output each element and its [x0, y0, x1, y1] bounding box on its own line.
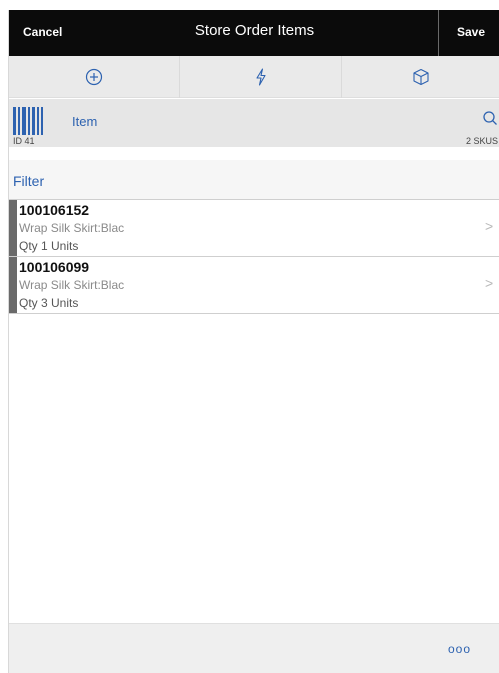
package-button[interactable]	[342, 56, 499, 98]
lightning-icon	[254, 68, 268, 86]
item-quantity: Qty 3 Units	[19, 296, 79, 310]
item-number: 100106099	[19, 259, 90, 275]
order-id: ID 41	[13, 136, 35, 146]
chevron-right-icon: >	[485, 275, 494, 291]
header-bar: Cancel Store Order Items Save	[9, 10, 499, 56]
filter-row: Filter	[9, 170, 499, 200]
list-item[interactable]: 100106152 Wrap Silk Skirt:Blac Qty 1 Uni…	[9, 200, 499, 257]
item-status-bar	[9, 200, 17, 256]
item-scan-label: Item	[72, 114, 98, 129]
sku-count: 2 SKUS	[465, 136, 498, 146]
item-number: 100106152	[19, 202, 90, 218]
list-item[interactable]: 100106099 Wrap Silk Skirt:Blac Qty 3 Uni…	[9, 257, 499, 314]
page-title: Store Order Items	[194, 22, 315, 39]
box-icon	[412, 68, 430, 86]
chevron-right-icon: >	[485, 218, 494, 234]
save-button[interactable]: Save	[457, 25, 485, 39]
item-status-bar	[9, 257, 17, 313]
toolbar	[9, 56, 499, 98]
header-divider	[438, 10, 439, 56]
add-circle-icon	[85, 68, 103, 86]
item-quantity: Qty 1 Units	[19, 239, 79, 253]
search-icon[interactable]	[482, 110, 498, 131]
filter-link[interactable]: Filter	[13, 173, 44, 189]
scan-item-row: Item ID 41 2 SKUS	[9, 99, 499, 147]
quick-action-button[interactable]	[179, 56, 342, 98]
footer-bar: ooo	[9, 623, 499, 673]
more-options-button[interactable]: ooo	[448, 642, 471, 656]
item-description: Wrap Silk Skirt:Blac	[19, 221, 125, 235]
app-frame: Cancel Store Order Items Save Item ID 41…	[8, 10, 499, 673]
item-description: Wrap Silk Skirt:Blac	[19, 278, 125, 292]
add-item-button[interactable]	[9, 56, 179, 98]
barcode-icon[interactable]	[13, 107, 43, 135]
